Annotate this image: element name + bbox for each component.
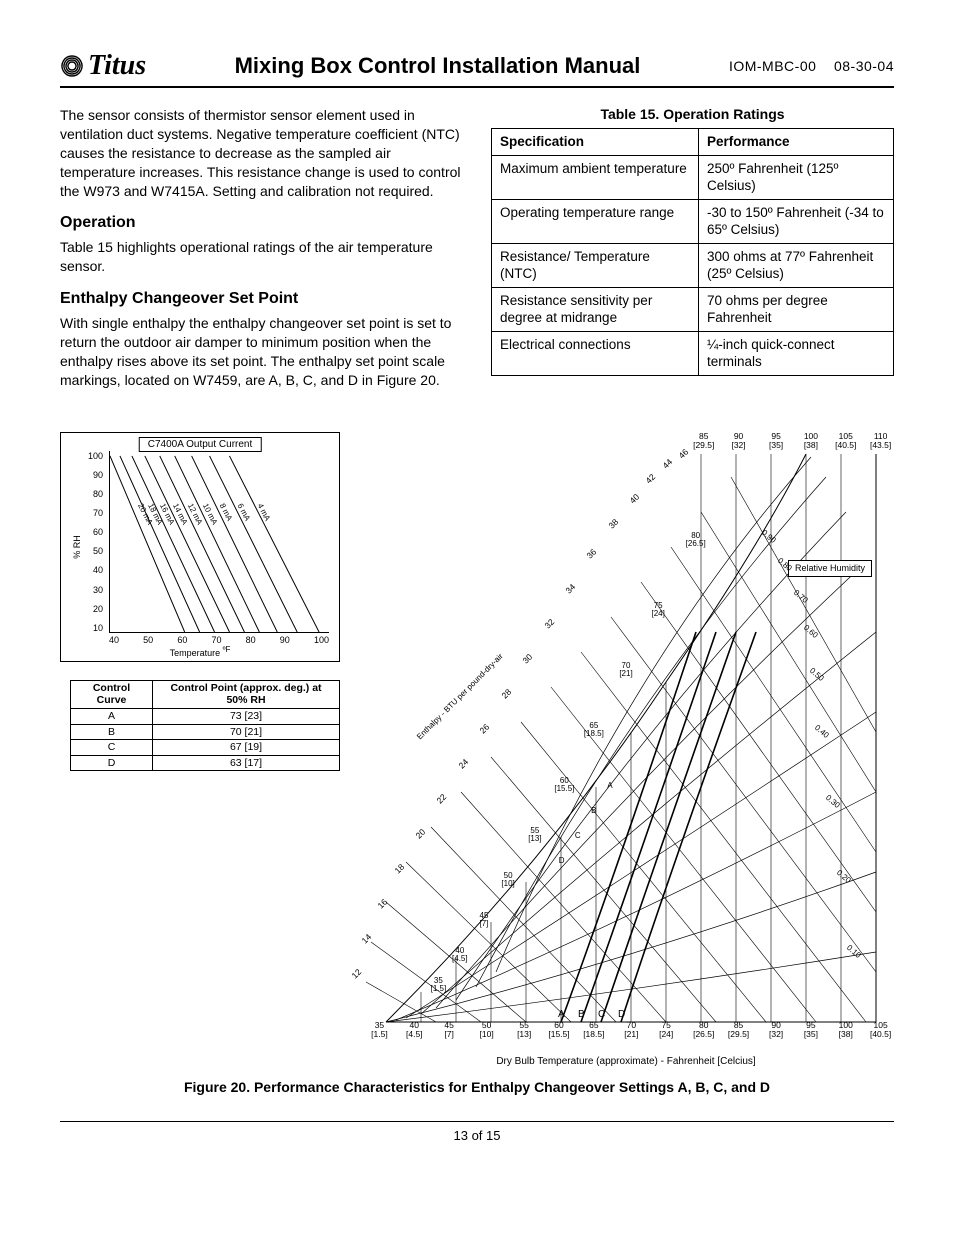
swirl-icon (60, 54, 84, 78)
figure-caption: Figure 20. Performance Characteristics f… (60, 1079, 894, 1095)
table-row: Maximum ambient temperature250º Fahrenhe… (492, 155, 894, 199)
mini-chart-title: C7400A Output Current (139, 437, 262, 452)
mini-y-ticks: 100 90 80 70 60 50 40 30 20 10 (85, 451, 103, 633)
doc-meta: IOM-MBC-00 08-30-04 (729, 58, 894, 74)
mini-y-label: % RH (72, 535, 82, 559)
enthalpy-text: With single enthalpy the enthalpy change… (60, 314, 463, 390)
psych-x-axis-label: Dry Bulb Temperature (approximate) - Fah… (358, 1056, 894, 1067)
th-perf: Performance (698, 129, 893, 156)
output-current-chart: C7400A Output Current % RH 100 90 80 70 … (60, 432, 340, 662)
doc-date: 08-30-04 (834, 58, 894, 74)
th-point: Control Point (approx. deg.) at 50% RH (153, 680, 340, 708)
figure-area: C7400A Output Current % RH 100 90 80 70 … (60, 432, 894, 1067)
psychrometric-chart: D C B A 85[29.5] 90[32] 95[35] 100[38] 1… (358, 432, 894, 1052)
right-column: Table 15. Operation Ratings Specificatio… (491, 106, 894, 404)
intro-paragraph: The sensor consists of thermistor sensor… (60, 106, 463, 200)
table-row: Resistance sensitivity per degree at mid… (492, 287, 894, 331)
table15-caption: Table 15. Operation Ratings (491, 106, 894, 122)
table-row: Control Curve Control Point (approx. deg… (71, 680, 340, 708)
page-title: Mixing Box Control Installation Manual (146, 53, 729, 79)
th-curve: Control Curve (71, 680, 153, 708)
table-row: C67 [19] (71, 740, 340, 756)
table-row: Specification Performance (492, 129, 894, 156)
rh-label-box: Relative Humidity (788, 560, 872, 577)
doc-number: IOM-MBC-00 (729, 58, 816, 74)
page-footer: 13 of 15 (60, 1121, 894, 1143)
figure-left-panel: C7400A Output Current % RH 100 90 80 70 … (60, 432, 340, 1067)
control-curve-table: Control Curve Control Point (approx. deg… (70, 680, 340, 772)
page-number: 13 of 15 (454, 1128, 501, 1143)
mini-x-label: Temperature ºF (170, 645, 231, 658)
svg-text:8 mA: 8 mA (218, 502, 235, 523)
svg-text:C: C (598, 1009, 605, 1020)
figure-right-panel: D C B A 85[29.5] 90[32] 95[35] 100[38] 1… (358, 432, 894, 1067)
svg-text:B: B (578, 1009, 585, 1020)
svg-text:10 mA: 10 mA (201, 502, 220, 527)
th-spec: Specification (492, 129, 699, 156)
operation-heading: Operation (60, 214, 463, 232)
brand-logo: Titus (60, 50, 146, 82)
operation-text: Table 15 highlights operational ratings … (60, 238, 463, 276)
table15: Specification Performance Maximum ambien… (491, 128, 894, 376)
content-columns: The sensor consists of thermistor sensor… (60, 106, 894, 404)
table-row: D63 [17] (71, 755, 340, 771)
svg-text:D: D (618, 1009, 625, 1020)
table-row: A73 [23] (71, 708, 340, 724)
mini-plot-svg: 20 mA 18 mA 16 mA 14 mA 12 mA 10 mA 8 mA… (110, 451, 329, 632)
table-row: Electrical connections¼-inch quick-conne… (492, 331, 894, 375)
table-row: Operating temperature range-30 to 150º F… (492, 199, 894, 243)
psych-svg: D C B A (358, 432, 894, 1052)
left-column: The sensor consists of thermistor sensor… (60, 106, 463, 404)
svg-text:A: A (558, 1009, 565, 1020)
mini-plot-area: 20 mA 18 mA 16 mA 14 mA 12 mA 10 mA 8 mA… (109, 451, 329, 633)
brand-text: Titus (88, 50, 146, 82)
mini-x-ticks: 40 50 60 70 80 90 100 (109, 635, 329, 645)
table-row: B70 [21] (71, 724, 340, 740)
page-header: Titus Mixing Box Control Installation Ma… (60, 50, 894, 88)
enthalpy-heading: Enthalpy Changeover Set Point (60, 290, 463, 308)
table-row: Resistance/ Temperature (NTC)300 ohms at… (492, 243, 894, 287)
